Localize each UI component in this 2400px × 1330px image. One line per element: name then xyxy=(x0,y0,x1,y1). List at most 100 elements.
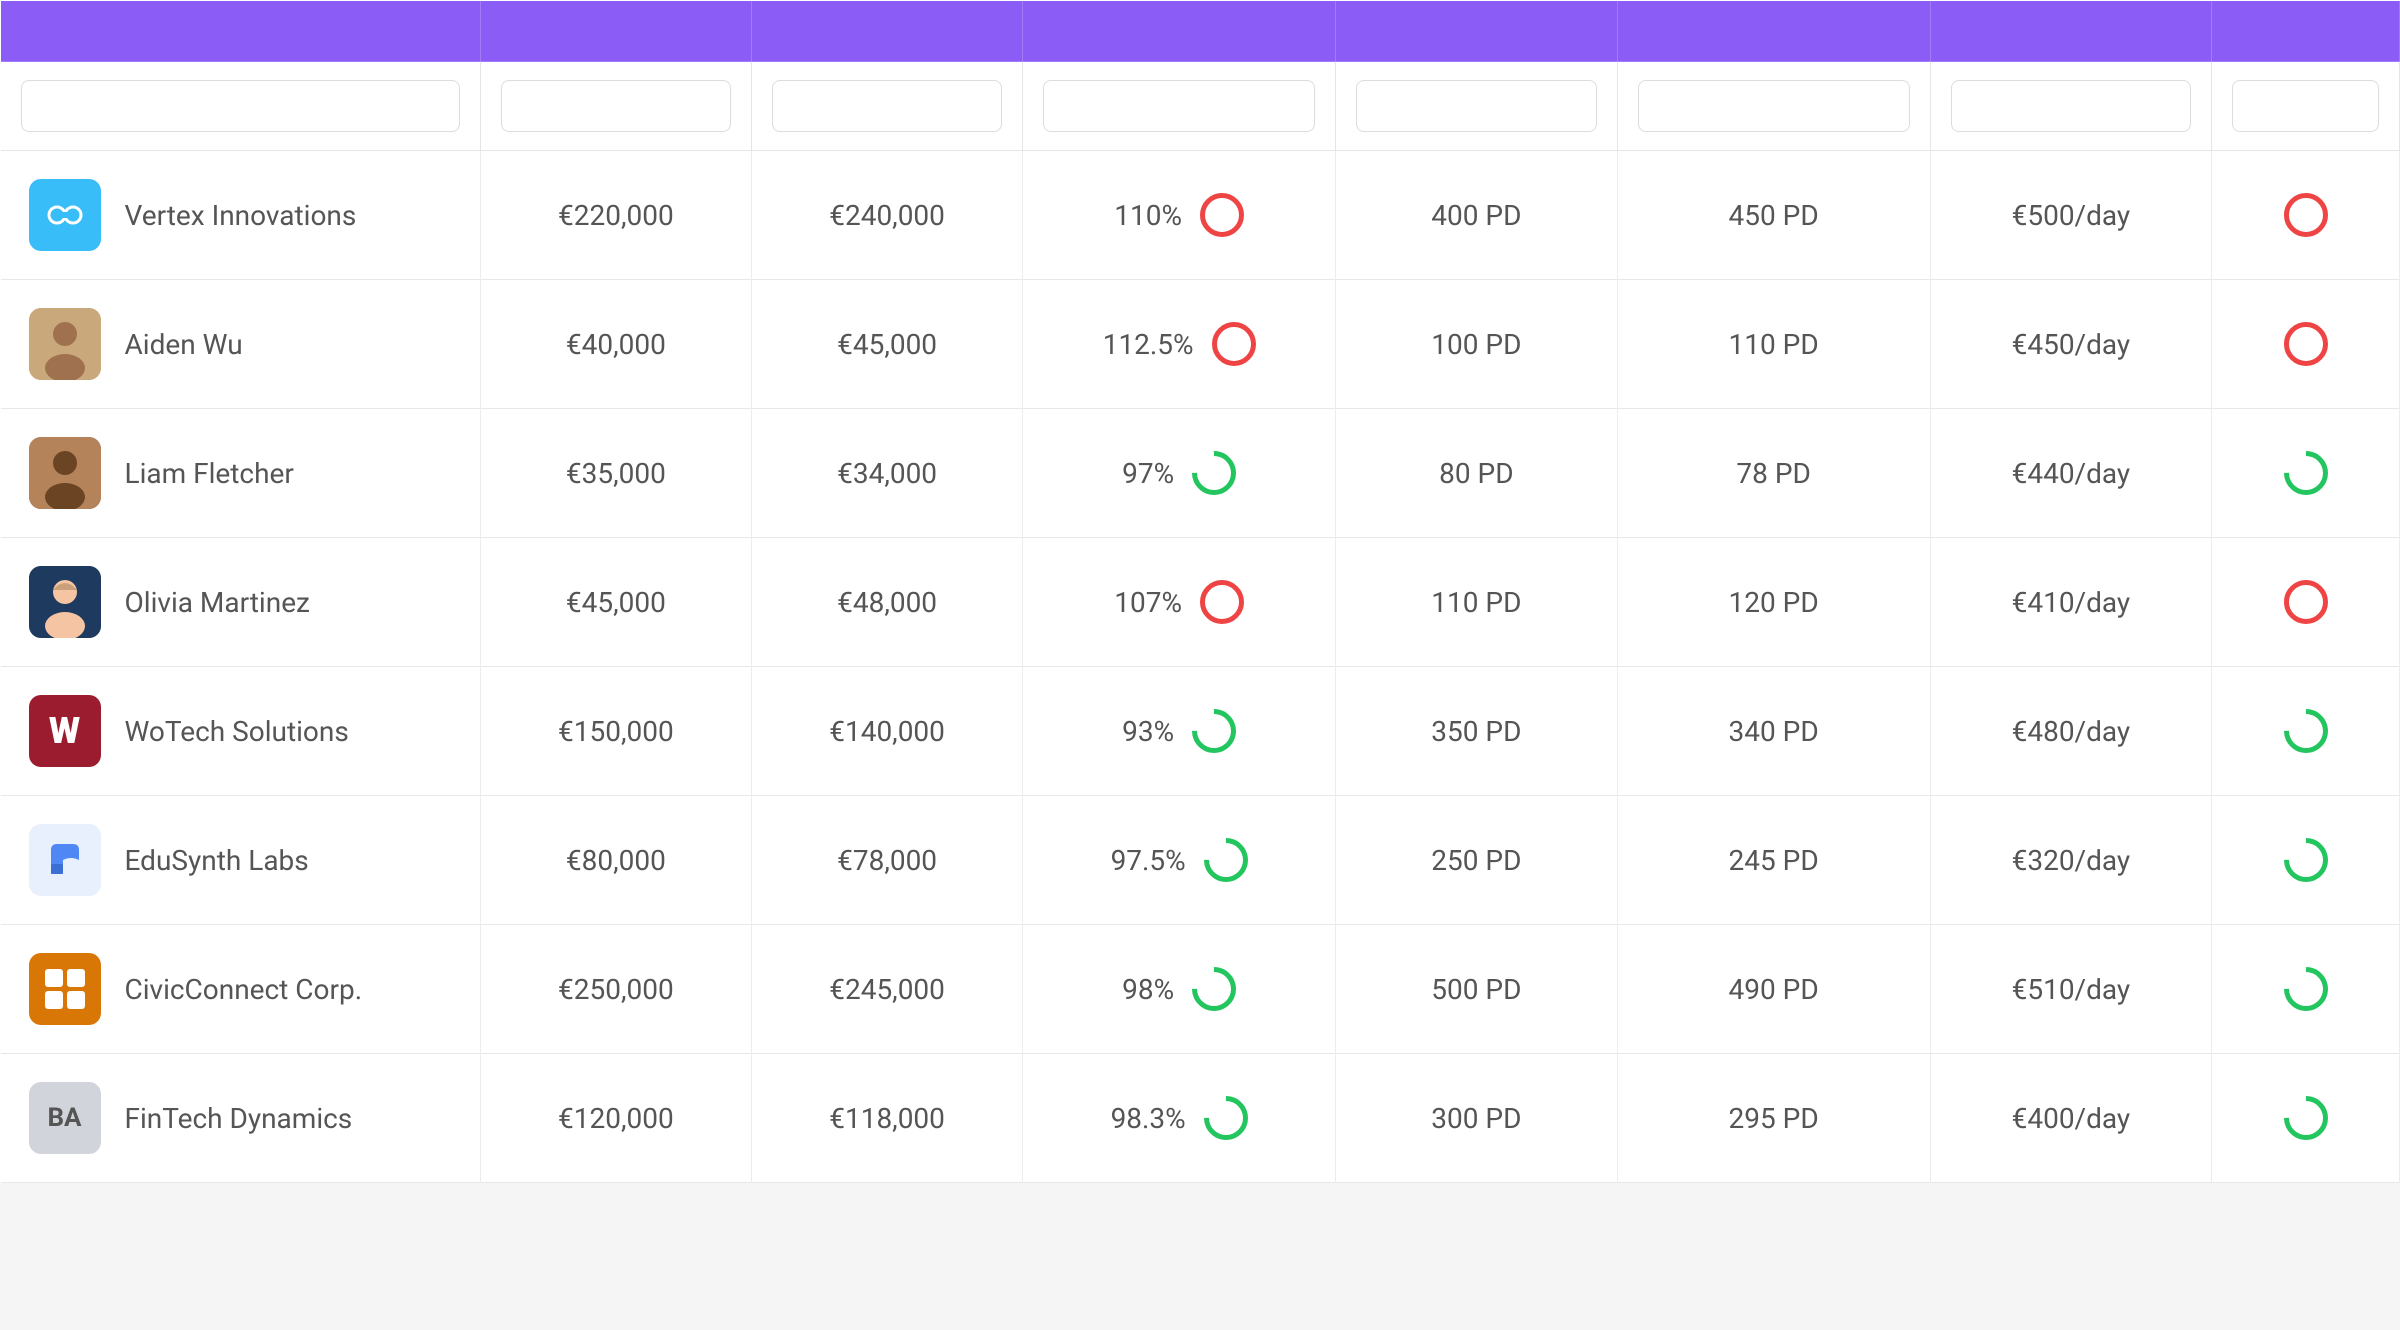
col-header-expense xyxy=(751,1,1022,62)
cell-expense-olivia-martinez: €48,000 xyxy=(751,538,1022,667)
planeffort-value-civicconnect-corp: 500 PD xyxy=(1431,973,1521,1006)
effort-wotech-solutions-status-green xyxy=(2274,700,2336,762)
actualeffort-value-edusynth-labs: 245 PD xyxy=(1729,844,1819,877)
avatar-olivia xyxy=(29,566,101,638)
participant-name-olivia-martinez: Olivia Martinez xyxy=(125,586,310,619)
filter-row xyxy=(1,62,2400,151)
cell-rate-vertex-innovations: €500/day xyxy=(1930,151,2212,280)
cell-planeffort-edusynth-labs: 250 PD xyxy=(1336,796,1618,925)
consumption-value-aiden-wu: 112.5% xyxy=(1103,328,1194,361)
cell-expense-wotech-solutions: €140,000 xyxy=(751,667,1022,796)
filter-input-expense[interactable] xyxy=(772,80,1002,132)
effort-olivia-martinez-status-red xyxy=(2284,580,2328,624)
filter-input-planeffort[interactable] xyxy=(1356,80,1597,132)
effort-liam-fletcher-status-green xyxy=(2274,442,2336,504)
cell-rate-liam-fletcher: €440/day xyxy=(1930,409,2212,538)
effort-fintech-dynamics-status-green xyxy=(2274,1087,2336,1149)
filter-input-effort[interactable] xyxy=(2232,80,2379,132)
consumption-value-vertex-innovations: 110% xyxy=(1114,199,1182,232)
consumption-civicconnect-corp-status-green xyxy=(1183,958,1245,1020)
cell-actualeffort-wotech-solutions: 340 PD xyxy=(1617,667,1930,796)
cell-planeffort-aiden-wu: 100 PD xyxy=(1336,280,1618,409)
planeffort-value-fintech-dynamics: 300 PD xyxy=(1431,1102,1521,1135)
planeffort-value-liam-fletcher: 80 PD xyxy=(1439,457,1513,490)
participant-name-civicconnect-corp: CivicConnect Corp. xyxy=(125,973,363,1006)
filter-input-participant[interactable] xyxy=(21,80,460,132)
cell-participant-edusynth-labs: EduSynth Labs xyxy=(1,796,481,925)
consumption-liam-fletcher-status-green xyxy=(1183,442,1245,504)
cell-rate-aiden-wu: €450/day xyxy=(1930,280,2212,409)
budget-value-edusynth-labs: €80,000 xyxy=(566,844,666,877)
cell-participant-fintech-dynamics: BA FinTech Dynamics xyxy=(1,1054,481,1183)
expense-value-liam-fletcher: €34,000 xyxy=(837,457,937,490)
planeffort-value-vertex-innovations: 400 PD xyxy=(1431,199,1521,232)
cell-effort-civicconnect-corp xyxy=(2212,925,2400,1054)
planeffort-value-olivia-martinez: 110 PD xyxy=(1431,586,1521,619)
filter-cell-participant xyxy=(1,62,481,151)
filter-cell-planeffort xyxy=(1336,62,1618,151)
actualeffort-value-aiden-wu: 110 PD xyxy=(1729,328,1819,361)
consumption-edusynth-labs-status-green xyxy=(1195,829,1257,891)
cell-effort-wotech-solutions xyxy=(2212,667,2400,796)
filter-input-rate[interactable] xyxy=(1951,80,2192,132)
project-table: Vertex Innovations €220,000 €240,000 110… xyxy=(0,0,2400,1183)
participant-name-wotech-solutions: WoTech Solutions xyxy=(125,715,349,748)
filter-input-budget[interactable] xyxy=(501,80,731,132)
rate-value-wotech-solutions: €480/day xyxy=(2012,715,2131,748)
table-row-liam-fletcher: Liam Fletcher €35,000 €34,000 97% 80 PD … xyxy=(1,409,2400,538)
table-row-vertex-innovations: Vertex Innovations €220,000 €240,000 110… xyxy=(1,151,2400,280)
avatar-wotech: W xyxy=(29,695,101,767)
cell-participant-olivia-martinez: Olivia Martinez xyxy=(1,538,481,667)
cell-consumption-aiden-wu: 112.5% xyxy=(1023,280,1336,409)
filter-cell-consumption xyxy=(1023,62,1336,151)
cell-actualeffort-aiden-wu: 110 PD xyxy=(1617,280,1930,409)
consumption-olivia-martinez-status-red xyxy=(1200,580,1244,624)
cell-expense-fintech-dynamics: €118,000 xyxy=(751,1054,1022,1183)
rate-value-liam-fletcher: €440/day xyxy=(2012,457,2131,490)
cell-planeffort-wotech-solutions: 350 PD xyxy=(1336,667,1618,796)
cell-participant-vertex-innovations: Vertex Innovations xyxy=(1,151,481,280)
consumption-value-civicconnect-corp: 98% xyxy=(1122,973,1174,1006)
actualeffort-value-fintech-dynamics: 295 PD xyxy=(1729,1102,1819,1135)
consumption-value-olivia-martinez: 107% xyxy=(1114,586,1182,619)
expense-value-civicconnect-corp: €245,000 xyxy=(829,973,945,1006)
cell-budget-fintech-dynamics: €120,000 xyxy=(480,1054,751,1183)
effort-civicconnect-corp-status-green xyxy=(2274,958,2336,1020)
consumption-value-fintech-dynamics: 98.3% xyxy=(1111,1102,1186,1135)
actualeffort-value-vertex-innovations: 450 PD xyxy=(1729,199,1819,232)
planeffort-value-edusynth-labs: 250 PD xyxy=(1431,844,1521,877)
actualeffort-value-civicconnect-corp: 490 PD xyxy=(1729,973,1819,1006)
filter-input-consumption[interactable] xyxy=(1043,80,1315,132)
planeffort-value-aiden-wu: 100 PD xyxy=(1431,328,1521,361)
actualeffort-value-liam-fletcher: 78 PD xyxy=(1736,457,1810,490)
participant-name-aiden-wu: Aiden Wu xyxy=(125,328,243,361)
filter-input-actualeffort[interactable] xyxy=(1638,80,1910,132)
cell-rate-olivia-martinez: €410/day xyxy=(1930,538,2212,667)
cell-expense-edusynth-labs: €78,000 xyxy=(751,796,1022,925)
cell-rate-civicconnect-corp: €510/day xyxy=(1930,925,2212,1054)
cell-planeffort-olivia-martinez: 110 PD xyxy=(1336,538,1618,667)
col-header-rate xyxy=(1930,1,2212,62)
table-row-aiden-wu: Aiden Wu €40,000 €45,000 112.5% 100 PD 1… xyxy=(1,280,2400,409)
cell-budget-vertex-innovations: €220,000 xyxy=(480,151,751,280)
consumption-value-liam-fletcher: 97% xyxy=(1122,457,1174,490)
table-row-olivia-martinez: Olivia Martinez €45,000 €48,000 107% 110… xyxy=(1,538,2400,667)
cell-budget-wotech-solutions: €150,000 xyxy=(480,667,751,796)
cell-effort-edusynth-labs xyxy=(2212,796,2400,925)
consumption-vertex-innovations-status-red xyxy=(1200,193,1244,237)
budget-value-fintech-dynamics: €120,000 xyxy=(558,1102,674,1135)
consumption-fintech-dynamics-status-green xyxy=(1195,1087,1257,1149)
rate-value-vertex-innovations: €500/day xyxy=(2012,199,2131,232)
cell-actualeffort-edusynth-labs: 245 PD xyxy=(1617,796,1930,925)
participant-name-fintech-dynamics: FinTech Dynamics xyxy=(125,1102,353,1135)
table-row-wotech-solutions: W WoTech Solutions €150,000 €140,000 93%… xyxy=(1,667,2400,796)
budget-value-civicconnect-corp: €250,000 xyxy=(558,973,674,1006)
budget-value-wotech-solutions: €150,000 xyxy=(558,715,674,748)
effort-vertex-innovations-status-red xyxy=(2284,193,2328,237)
rate-value-aiden-wu: €450/day xyxy=(2012,328,2131,361)
cell-consumption-vertex-innovations: 110% xyxy=(1023,151,1336,280)
cell-consumption-wotech-solutions: 93% xyxy=(1023,667,1336,796)
budget-value-liam-fletcher: €35,000 xyxy=(566,457,666,490)
header-row xyxy=(1,1,2400,62)
cell-effort-fintech-dynamics xyxy=(2212,1054,2400,1183)
